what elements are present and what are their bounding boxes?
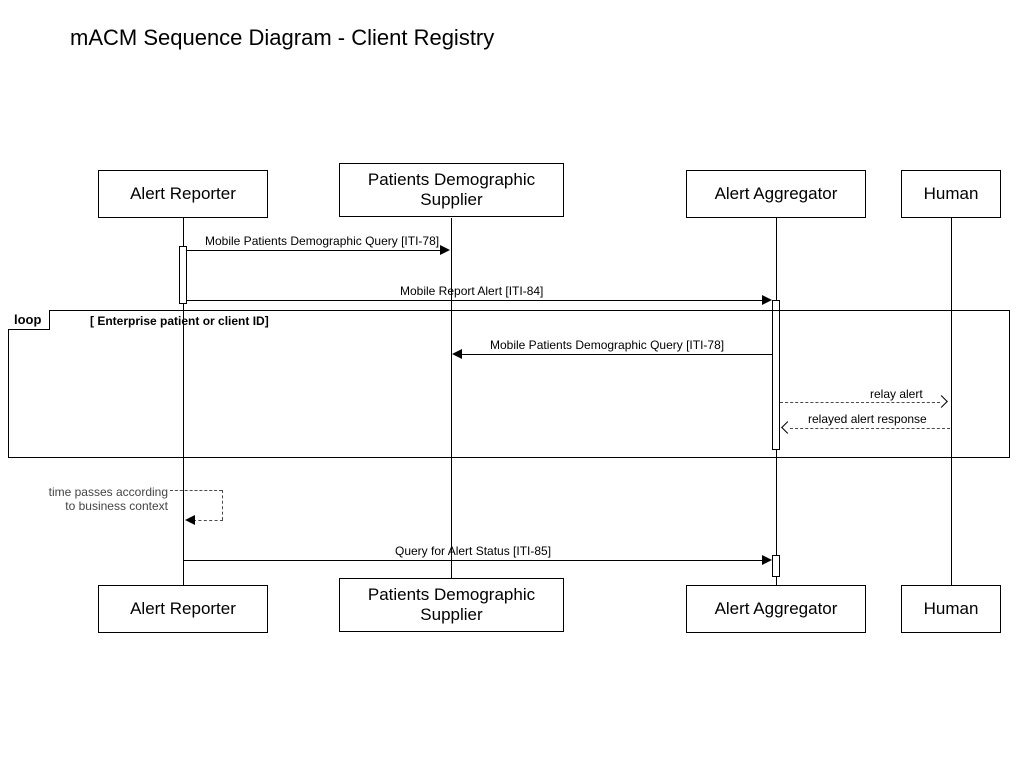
participant-human-bottom: Human bbox=[901, 585, 1001, 633]
loop-guard: [ Enterprise patient or client ID] bbox=[90, 314, 269, 328]
msg3-arrowhead bbox=[452, 349, 462, 359]
participant-alert-aggregator-top: Alert Aggregator bbox=[686, 170, 866, 218]
msg1-arrowhead bbox=[440, 245, 450, 255]
self-dash-right bbox=[222, 490, 223, 520]
msg3-arrow bbox=[460, 354, 772, 355]
msg6-arrow bbox=[183, 560, 763, 561]
msg1-label: Mobile Patients Demographic Query [ITI-7… bbox=[205, 234, 439, 248]
participant-alert-reporter-bottom: Alert Reporter bbox=[98, 585, 268, 633]
label: Patients Demographic Supplier bbox=[368, 585, 535, 624]
msg2-label: Mobile Report Alert [ITI-84] bbox=[400, 284, 543, 298]
label: Human bbox=[924, 184, 979, 204]
loop-operator-label: loop bbox=[14, 312, 41, 327]
activation-aggregator-bottom bbox=[772, 555, 780, 577]
msg4-arrow bbox=[780, 402, 940, 403]
label: Alert Aggregator bbox=[715, 599, 838, 619]
msg6-label: Query for Alert Status [ITI-85] bbox=[395, 544, 551, 558]
msg5-arrow bbox=[790, 428, 950, 429]
self-dash-bottom bbox=[193, 520, 223, 521]
label: Patients Demographic Supplier bbox=[368, 170, 535, 209]
page-title: mACM Sequence Diagram - Client Registry bbox=[70, 25, 494, 51]
label: Alert Reporter bbox=[130, 184, 236, 204]
participant-alert-reporter-top: Alert Reporter bbox=[98, 170, 268, 218]
msg2-arrowhead bbox=[762, 295, 772, 305]
activation-alert-reporter bbox=[179, 246, 187, 304]
msg5-label: relayed alert response bbox=[808, 412, 927, 426]
loop-operator: loop bbox=[8, 310, 50, 330]
self-arrowhead bbox=[185, 515, 195, 525]
loop-frame bbox=[8, 310, 1010, 458]
participant-alert-aggregator-bottom: Alert Aggregator bbox=[686, 585, 866, 633]
msg6-arrowhead bbox=[762, 555, 772, 565]
self-dash-top bbox=[170, 490, 222, 491]
msg2-arrow bbox=[187, 300, 763, 301]
label: Human bbox=[924, 599, 979, 619]
msg3-label: Mobile Patients Demographic Query [ITI-7… bbox=[490, 338, 724, 352]
participant-human-top: Human bbox=[901, 170, 1001, 218]
msg1-arrow bbox=[187, 250, 442, 251]
label: Alert Reporter bbox=[130, 599, 236, 619]
label: Alert Aggregator bbox=[715, 184, 838, 204]
msg4-label: relay alert bbox=[870, 387, 923, 401]
participant-pds-top: Patients Demographic Supplier bbox=[339, 163, 564, 217]
participant-pds-bottom: Patients Demographic Supplier bbox=[339, 578, 564, 632]
self-note: time passes according to business contex… bbox=[38, 485, 168, 514]
